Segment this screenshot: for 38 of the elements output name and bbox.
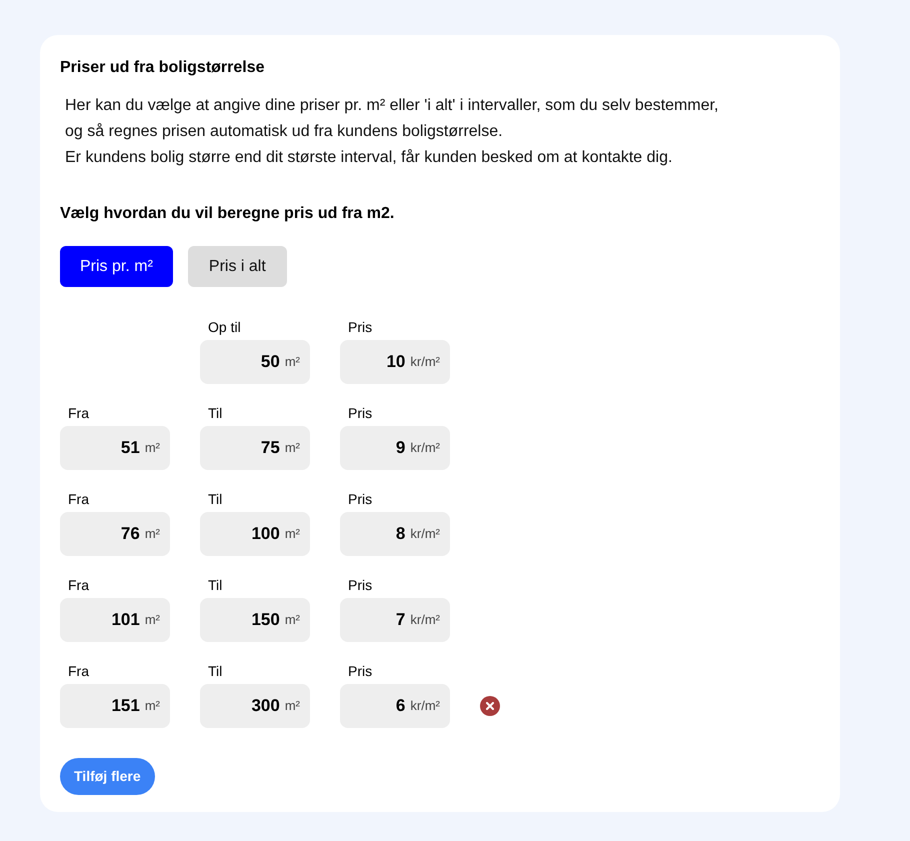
field-label: Pris bbox=[347, 318, 372, 336]
remove-button[interactable] bbox=[480, 696, 500, 716]
field-label: Fra bbox=[67, 404, 89, 422]
number-field[interactable]: 151 m² bbox=[60, 684, 170, 728]
description-line: Her kan du vælge at angive dine priser pr. m² eller 'i alt' i intervaller, som du selv bestemmer, bbox=[65, 96, 718, 116]
number-field[interactable]: 51 m² bbox=[60, 426, 170, 470]
method-tab[interactable]: Pris i alt bbox=[188, 246, 287, 287]
number-field[interactable]: 7 kr/m² bbox=[340, 598, 450, 642]
field-label: Pris bbox=[347, 662, 372, 680]
field-label: Til bbox=[207, 576, 222, 594]
field-label: Til bbox=[207, 490, 222, 508]
add-more-button[interactable]: Tilføj flere bbox=[60, 758, 155, 795]
number-field[interactable]: 10 kr/m² bbox=[340, 340, 450, 384]
field-label: Pris bbox=[347, 576, 372, 594]
field-label: Til bbox=[207, 662, 222, 680]
method-tab[interactable]: Pris pr. m² bbox=[60, 246, 173, 287]
field-label: Fra bbox=[67, 662, 89, 680]
card-title: Priser ud fra boligstørrelse bbox=[60, 58, 266, 78]
number-field[interactable]: 150 m² bbox=[200, 598, 310, 642]
field-label: Pris bbox=[347, 404, 372, 422]
description-line: og så regnes prisen automatisk ud fra kundens boligstørrelse. bbox=[65, 122, 503, 142]
close-icon bbox=[486, 702, 494, 710]
field-label: Fra bbox=[67, 490, 89, 508]
section-heading: Vælg hvordan du vil beregne pris ud fra m2. bbox=[60, 204, 396, 224]
number-field[interactable]: 8 kr/m² bbox=[340, 512, 450, 556]
number-field[interactable]: 300 m² bbox=[200, 684, 310, 728]
number-field[interactable]: 6 kr/m² bbox=[340, 684, 450, 728]
field-label: Op til bbox=[207, 318, 241, 336]
number-field[interactable]: 50 m² bbox=[200, 340, 310, 384]
field-label: Fra bbox=[67, 576, 89, 594]
description-line: Er kundens bolig større end dit største interval, får kunden besked om at kontakte dig. bbox=[65, 148, 672, 168]
number-field[interactable]: 76 m² bbox=[60, 512, 170, 556]
field-label: Pris bbox=[347, 490, 372, 508]
number-field[interactable]: 100 m² bbox=[200, 512, 310, 556]
field-label: Til bbox=[207, 404, 222, 422]
number-field[interactable]: 101 m² bbox=[60, 598, 170, 642]
number-field[interactable]: 75 m² bbox=[200, 426, 310, 470]
number-field[interactable]: 9 kr/m² bbox=[340, 426, 450, 470]
